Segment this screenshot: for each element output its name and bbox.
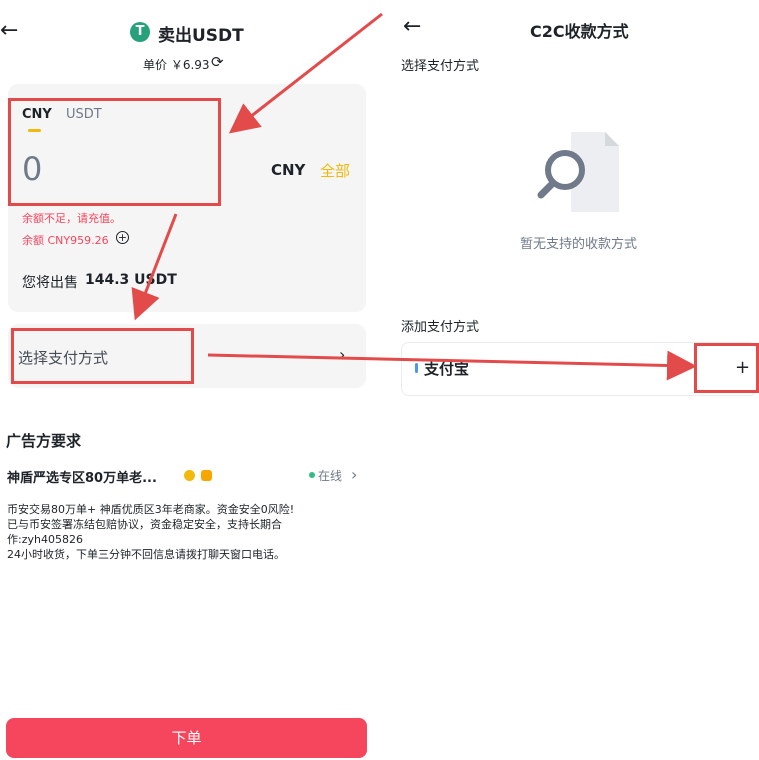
empty-state-text: 暂无支持的收款方式: [520, 237, 638, 252]
sell-label: 您将出售: [22, 275, 78, 291]
back-arrow-icon[interactable]: ←: [403, 16, 421, 38]
sell-amount: 144.3 USDT: [85, 272, 177, 288]
online-dot-icon: [309, 472, 315, 478]
advertiser-section-title: 广告方要求: [6, 432, 82, 450]
empty-document-icon: [537, 132, 619, 212]
balance-text: 余额 CNY959.26: [22, 234, 109, 247]
refresh-icon[interactable]: ⟳: [211, 53, 224, 71]
annotation-box-amount: [8, 98, 221, 206]
merchant-name[interactable]: 神盾严选专区80万单老...: [7, 467, 157, 486]
advertiser-description: 币安交易80万单+ 神盾优质区3年老商家。资金安全0风险! 已与币安签署冻结包赔…: [7, 503, 295, 561]
usdt-coin-icon: T: [130, 22, 150, 42]
place-order-button[interactable]: 下单: [6, 718, 367, 758]
select-method-title: 选择支付方式: [401, 59, 480, 74]
alipay-label: 支付宝: [424, 360, 470, 378]
add-funds-icon[interactable]: +: [116, 231, 129, 244]
alipay-accent-bar: [415, 363, 418, 373]
page-title: 卖出USDT: [158, 26, 244, 46]
add-method-title: 添加支付方式: [401, 320, 480, 335]
verified-badge-icon: [184, 470, 195, 481]
page-title: C2C收款方式: [530, 22, 629, 41]
unit-price: 单价 ￥6.93: [143, 58, 210, 72]
shield-badge-icon: [201, 470, 212, 481]
annotation-box-payment: [11, 328, 194, 384]
annotation-box-add: [694, 343, 759, 393]
insufficient-balance-error: 余额不足，请充值。: [22, 212, 121, 225]
chevron-right-icon: ›: [339, 345, 346, 364]
all-button[interactable]: 全部: [320, 160, 350, 181]
online-status: 在线: [318, 469, 343, 483]
currency-label: CNY: [271, 161, 306, 179]
back-arrow-icon[interactable]: ←: [0, 20, 18, 42]
merchant-chevron-icon[interactable]: ›: [351, 465, 357, 484]
